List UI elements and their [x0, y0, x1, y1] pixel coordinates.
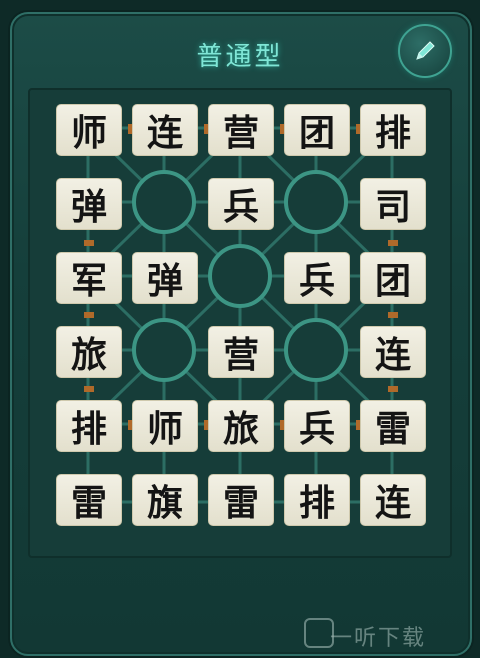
- board-piece[interactable]: 师: [56, 104, 122, 168]
- board-piece[interactable]: 团: [360, 252, 426, 316]
- edit-button[interactable]: [398, 24, 452, 78]
- piece-label: 旅: [208, 400, 274, 452]
- board-piece[interactable]: 雷: [208, 474, 274, 538]
- pencil-icon: [416, 41, 435, 60]
- board-piece[interactable]: 营: [208, 326, 274, 390]
- game-board: 师 连 营 团 排 弹 兵 司 军 弹 兵 团 旅 营 连 排 师 旅 兵 雷 …: [28, 88, 452, 558]
- board-piece[interactable]: 营: [208, 104, 274, 168]
- board-piece[interactable]: 师: [132, 400, 198, 464]
- board-piece[interactable]: 兵: [208, 178, 274, 242]
- piece-label: 旗: [132, 474, 198, 526]
- board-piece[interactable]: 连: [360, 326, 426, 390]
- piece-label: 司: [360, 178, 426, 230]
- piece-label: 连: [360, 474, 426, 526]
- piece-label: 雷: [208, 474, 274, 526]
- piece-label: 排: [284, 474, 350, 526]
- board-piece[interactable]: 雷: [360, 400, 426, 464]
- piece-label: 营: [208, 326, 274, 378]
- piece-label: 兵: [208, 178, 274, 230]
- piece-label: 弹: [56, 178, 122, 230]
- board-piece[interactable]: 兵: [284, 252, 350, 316]
- piece-label: 营: [208, 104, 274, 156]
- piece-label: 师: [132, 400, 198, 452]
- board-piece[interactable]: 连: [360, 474, 426, 538]
- board-piece[interactable]: 弹: [132, 252, 198, 316]
- piece-label: 排: [360, 104, 426, 156]
- piece-label: 连: [360, 326, 426, 378]
- piece-label: 排: [56, 400, 122, 452]
- piece-label: 弹: [132, 252, 198, 304]
- piece-label: 兵: [284, 252, 350, 304]
- camp-circle: [208, 244, 272, 308]
- board-piece[interactable]: 旗: [132, 474, 198, 538]
- watermark-text: 一听下载: [330, 626, 427, 651]
- board-piece[interactable]: 兵: [284, 400, 350, 464]
- camp-circle: [132, 170, 196, 234]
- board-piece[interactable]: 雷: [56, 474, 122, 538]
- camp-circle: [284, 170, 348, 234]
- piece-label: 团: [284, 104, 350, 156]
- camp-circle: [132, 318, 196, 382]
- piece-label: 雷: [360, 400, 426, 452]
- board-piece[interactable]: 旅: [208, 400, 274, 464]
- board-piece[interactable]: 弹: [56, 178, 122, 242]
- piece-label: 团: [360, 252, 426, 304]
- board-piece[interactable]: 连: [132, 104, 198, 168]
- board-piece[interactable]: 司: [360, 178, 426, 242]
- board-piece[interactable]: 排: [360, 104, 426, 168]
- board-piece[interactable]: 排: [56, 400, 122, 464]
- piece-label: 连: [132, 104, 198, 156]
- piece-label: 雷: [56, 474, 122, 526]
- camp-circle: [284, 318, 348, 382]
- board-piece[interactable]: 团: [284, 104, 350, 168]
- piece-label: 师: [56, 104, 122, 156]
- board-piece[interactable]: 旅: [56, 326, 122, 390]
- piece-label: 军: [56, 252, 122, 304]
- piece-label: 兵: [284, 400, 350, 452]
- board-piece[interactable]: 排: [284, 474, 350, 538]
- board-piece[interactable]: 军: [56, 252, 122, 316]
- piece-label: 旅: [56, 326, 122, 378]
